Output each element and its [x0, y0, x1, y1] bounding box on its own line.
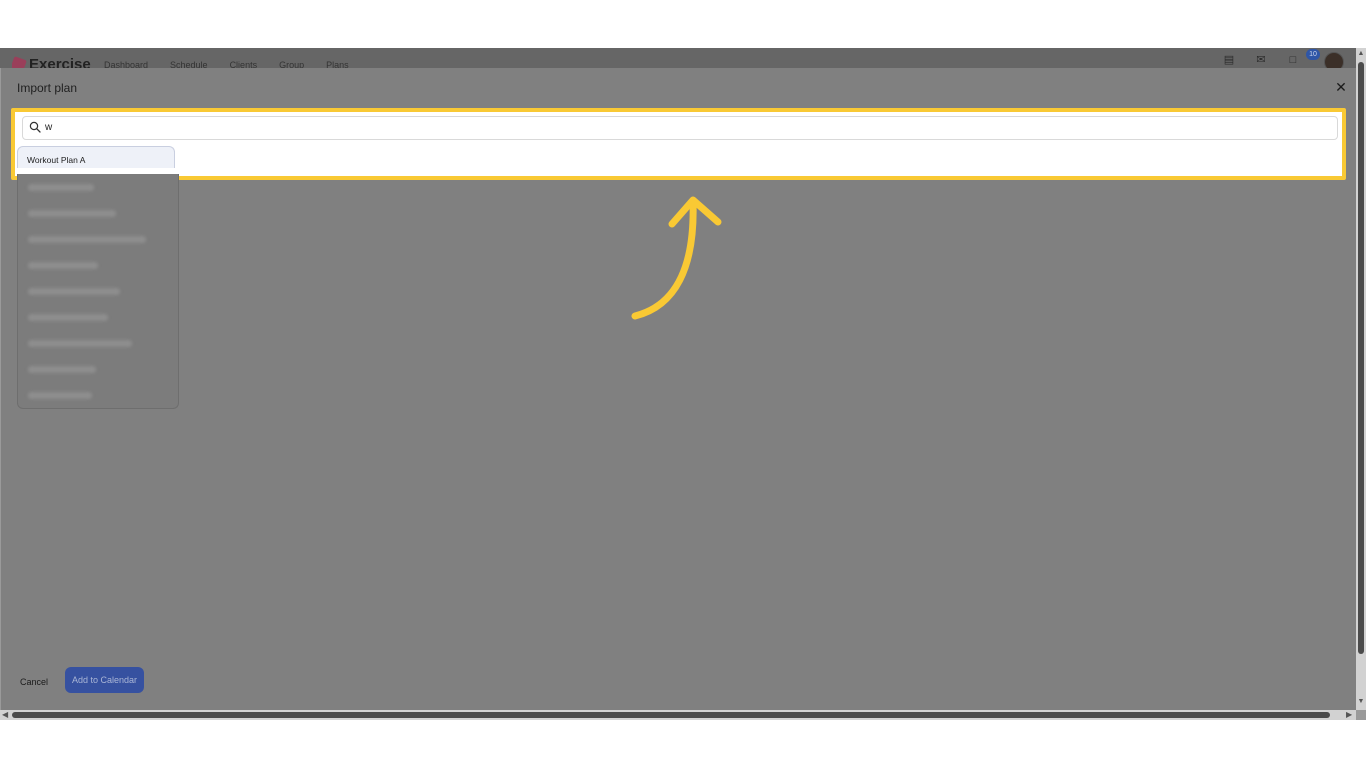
search-icon — [29, 121, 41, 133]
modal-title: Import plan — [17, 81, 78, 95]
horizontal-scrollbar[interactable]: ◀ ▶ — [0, 710, 1356, 720]
arrow-annotation-icon — [631, 196, 722, 320]
blurred-result — [28, 210, 116, 217]
notification-badge: 10 — [1306, 49, 1320, 60]
mail-icon[interactable]: ✉ — [1254, 54, 1268, 66]
add-to-calendar-button[interactable]: Add to Calendar — [65, 667, 144, 693]
vertical-scrollbar[interactable]: ▲ ▼ — [1356, 48, 1366, 710]
blurred-result — [28, 262, 98, 269]
vertical-scroll-thumb[interactable] — [1358, 62, 1364, 654]
blurred-result — [28, 366, 96, 373]
blurred-result — [28, 184, 94, 191]
search-box[interactable] — [22, 116, 1338, 140]
highlight-frame: Workout Plan A — [11, 108, 1346, 180]
scroll-right-arrow-icon[interactable]: ▶ — [1346, 710, 1352, 720]
scroll-up-arrow-icon[interactable]: ▲ — [1357, 50, 1365, 57]
scroll-left-arrow-icon[interactable]: ◀ — [2, 710, 8, 720]
blurred-result — [28, 288, 120, 295]
search-input[interactable] — [45, 119, 1325, 136]
close-icon[interactable]: ✕ — [1334, 80, 1348, 94]
search-results-dropdown — [17, 174, 179, 409]
scroll-down-arrow-icon[interactable]: ▼ — [1357, 698, 1365, 705]
app-viewport: Exercise Dashboard Schedule Clients Grou… — [0, 48, 1366, 720]
blurred-result — [28, 314, 108, 321]
blurred-result — [28, 340, 132, 347]
blurred-result — [28, 392, 92, 399]
bag-icon[interactable]: ▤ — [1222, 54, 1236, 66]
bell-icon[interactable]: □ — [1286, 54, 1300, 66]
blurred-result — [28, 236, 146, 243]
cancel-button[interactable]: Cancel — [17, 675, 51, 689]
import-plan-modal: Import plan ✕ Workout Plan A Cancel — [1, 68, 1356, 710]
search-result-item[interactable]: Workout Plan A — [17, 146, 175, 168]
app-navbar: Exercise Dashboard Schedule Clients Grou… — [0, 48, 1356, 73]
horizontal-scroll-thumb[interactable] — [12, 712, 1330, 718]
